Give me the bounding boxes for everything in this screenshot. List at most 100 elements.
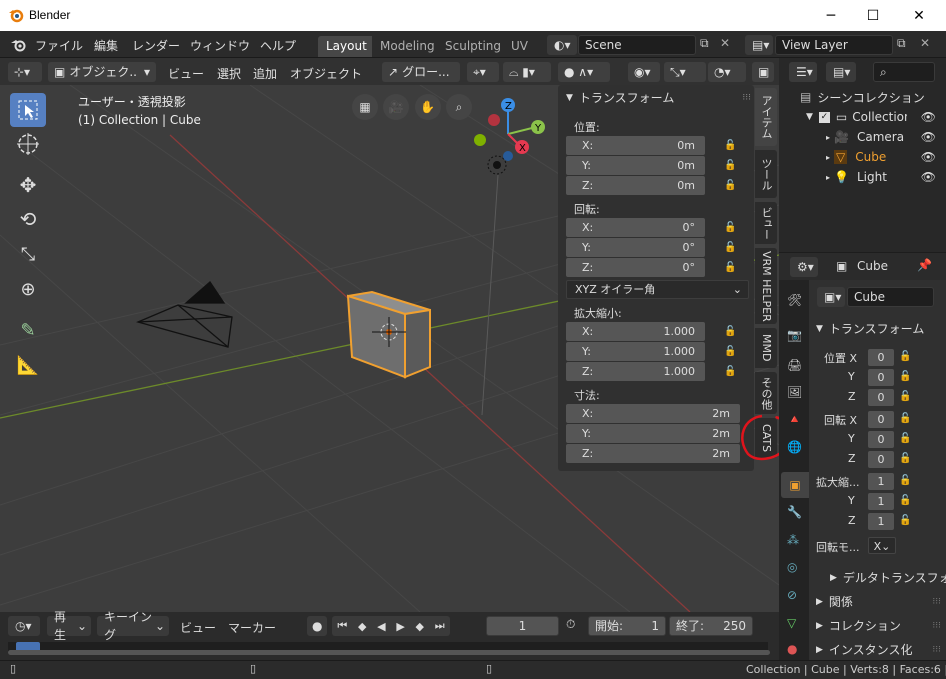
prop-rotation-mode-select[interactable]: X⌄ bbox=[868, 537, 896, 554]
current-frame-field[interactable]: 1 bbox=[486, 616, 559, 636]
dimension-z-field[interactable]: Z: 2m bbox=[566, 444, 740, 463]
playback-menu[interactable]: 再生 ⌄ bbox=[47, 610, 91, 642]
play-icon[interactable]: ▶ bbox=[396, 620, 404, 633]
dimension-x-field[interactable]: X: 2m bbox=[566, 404, 740, 423]
delta-transform-section[interactable]: ▶ デルタトランスフォ bbox=[830, 569, 946, 586]
jump-start-icon[interactable]: ⏮ bbox=[337, 619, 347, 633]
sidebar-tab-tool[interactable]: ツール bbox=[755, 150, 777, 198]
outliner-item-camera[interactable]: ▸ 🎥 Camera 👁 bbox=[826, 127, 946, 147]
object-name-field[interactable]: Cube bbox=[847, 287, 934, 307]
lock-icon[interactable]: 🔓 bbox=[899, 433, 911, 444]
lock-icon[interactable]: 🔓 bbox=[724, 262, 736, 274]
sidebar-tab-vrm-helper[interactable]: VRM HELPER bbox=[755, 248, 777, 324]
play-reverse-icon[interactable]: ◀ bbox=[377, 620, 385, 633]
tab-uv-editing[interactable]: UV E bbox=[503, 36, 543, 57]
lock-icon[interactable]: 🔓 bbox=[899, 475, 911, 486]
menu-render[interactable]: レンダー bbox=[132, 37, 180, 54]
overlay-toggle-button[interactable]: ◔▾ bbox=[708, 62, 746, 82]
outliner-collection[interactable]: ▼ ✓ ▭ Collection 👁 bbox=[806, 107, 946, 127]
tool-tab-icon[interactable]: 🛠 bbox=[787, 293, 802, 307]
relations-section[interactable]: ▶ 関係 ⁝⁝⁝ bbox=[816, 593, 941, 610]
prop-rotation-z[interactable]: 0 bbox=[868, 451, 894, 468]
zoom-icon[interactable]: ⌕ bbox=[445, 94, 472, 120]
menu-edit[interactable]: 編集 bbox=[94, 37, 118, 54]
location-z-field[interactable]: Z: 0m bbox=[566, 176, 705, 195]
data-tab-icon[interactable]: ▽ bbox=[787, 616, 796, 630]
camera-object[interactable] bbox=[136, 281, 233, 348]
location-y-field[interactable]: Y: 0m bbox=[566, 156, 705, 175]
prop-scale-x[interactable]: 1 bbox=[868, 473, 894, 490]
scale-y-field[interactable]: Y: 1.000 bbox=[566, 342, 705, 361]
lock-icon[interactable]: 🔓 bbox=[724, 326, 736, 338]
lock-icon[interactable]: 🔓 bbox=[899, 453, 911, 464]
particles-tab-icon[interactable]: ⁂ bbox=[787, 533, 799, 547]
scale-x-field[interactable]: X: 1.000 bbox=[566, 322, 705, 341]
pivot-point-button[interactable]: ⌖▾ bbox=[467, 62, 499, 82]
eye-icon[interactable]: 👁 bbox=[921, 170, 936, 184]
prop-location-x[interactable]: 0 bbox=[868, 349, 894, 366]
rotation-y-field[interactable]: Y: 0° bbox=[566, 238, 705, 257]
lock-icon[interactable]: 🔓 bbox=[724, 140, 736, 152]
render-tab-icon[interactable]: 📷 bbox=[787, 328, 802, 342]
delete-scene-icon[interactable]: ✕ bbox=[720, 36, 730, 50]
transform-orientation-select[interactable]: ↗ グロー... bbox=[382, 62, 460, 82]
prev-keyframe-icon[interactable]: ◆ bbox=[358, 620, 366, 633]
lock-icon[interactable]: 🔓 bbox=[899, 371, 911, 382]
properties-editor-type[interactable]: ⚙▾ bbox=[790, 257, 818, 277]
pan-hand-icon[interactable]: ✋ bbox=[414, 94, 441, 120]
lock-icon[interactable]: 🔓 bbox=[899, 495, 911, 506]
snapping-button[interactable]: ⌓ ▮▾ bbox=[503, 62, 551, 82]
copy-scene-icon[interactable]: ⧉ bbox=[700, 36, 709, 51]
constraints-tab-icon[interactable]: ⊘ bbox=[787, 588, 797, 602]
view-layer-tab-icon[interactable]: 🖼 bbox=[787, 385, 802, 399]
timeline-editor-type[interactable]: ◷▾ bbox=[8, 616, 40, 636]
grid-view-icon[interactable]: ▦ bbox=[352, 94, 378, 120]
drag-handle-icon[interactable]: ⁝⁝⁝ bbox=[742, 93, 751, 103]
rotation-z-field[interactable]: Z: 0° bbox=[566, 258, 705, 277]
blender-menu-icon[interactable] bbox=[10, 38, 28, 52]
tab-layout[interactable]: Layout bbox=[318, 36, 375, 57]
modifier-tab-icon[interactable]: 🔧 bbox=[787, 505, 802, 519]
menu-help[interactable]: ヘルプ bbox=[260, 37, 296, 54]
end-frame-field[interactable]: 終了: 250 bbox=[669, 616, 753, 636]
lock-icon[interactable]: 🔓 bbox=[724, 180, 736, 192]
close-button[interactable]: ✕ bbox=[896, 0, 942, 31]
physics-tab-icon[interactable]: ◎ bbox=[787, 560, 797, 574]
scene-tab-icon[interactable]: 🔺 bbox=[787, 412, 802, 426]
prop-rotation-x[interactable]: 0 bbox=[868, 411, 894, 428]
select-box-tool[interactable] bbox=[10, 93, 46, 127]
outliner-search-input[interactable]: ⌕ bbox=[873, 62, 935, 82]
lock-icon[interactable]: 🔓 bbox=[724, 160, 736, 172]
measure-tool[interactable]: 📐 bbox=[10, 348, 46, 382]
minimize-button[interactable]: ─ bbox=[808, 0, 854, 31]
maximize-button[interactable]: ☐ bbox=[850, 0, 896, 31]
collections-section[interactable]: ▶ コレクション ⁝⁝⁝ bbox=[816, 617, 941, 634]
menu-select[interactable]: 選択 bbox=[217, 65, 241, 82]
mode-select[interactable]: ▣ オブジェク.. ▾ bbox=[48, 62, 156, 82]
pin-icon[interactable]: 📌 bbox=[917, 258, 932, 272]
camera-view-icon[interactable]: 🎥 bbox=[383, 94, 410, 120]
annotate-tool[interactable]: ✎ bbox=[10, 313, 46, 347]
next-keyframe-icon[interactable]: ◆ bbox=[416, 620, 424, 633]
visibility-button[interactable]: ◉▾ bbox=[628, 62, 660, 82]
sidebar-tab-mmd[interactable]: MMD bbox=[755, 328, 777, 368]
copy-view-layer-icon[interactable]: ⧉ bbox=[897, 36, 906, 51]
eye-icon[interactable]: 👁 bbox=[921, 130, 936, 144]
keying-menu[interactable]: キーイング ⌄ bbox=[97, 610, 169, 642]
sidebar-tab-item[interactable]: アイテム bbox=[755, 88, 777, 146]
transform-section-header[interactable]: ▼ トランスフォーム bbox=[816, 320, 924, 337]
lock-icon[interactable]: 🔓 bbox=[724, 222, 736, 234]
axis-gizmo[interactable]: Z Y X bbox=[470, 96, 550, 166]
clock-icon[interactable]: ⏱ bbox=[566, 617, 575, 632]
lock-icon[interactable]: 🔓 bbox=[724, 242, 736, 254]
scene-browse-button[interactable]: ◐▾ bbox=[547, 35, 577, 55]
outliner-editor-type[interactable]: ☰▾ bbox=[789, 62, 817, 82]
object-tab-icon[interactable]: ▣ bbox=[781, 472, 809, 498]
outliner-scene-collection[interactable]: ▤ シーンコレクション bbox=[800, 87, 925, 107]
timeline-marker-menu[interactable]: マーカー bbox=[228, 619, 276, 636]
data-browse-button[interactable]: ▣▾ bbox=[817, 287, 845, 307]
instancing-section[interactable]: ▶ インスタンス化 ⁝⁝⁝ bbox=[816, 641, 941, 658]
eye-icon[interactable]: 👁 bbox=[921, 110, 936, 124]
xray-toggle-button[interactable]: ▣ bbox=[752, 62, 774, 82]
start-frame-field[interactable]: 開始: 1 bbox=[588, 616, 666, 636]
